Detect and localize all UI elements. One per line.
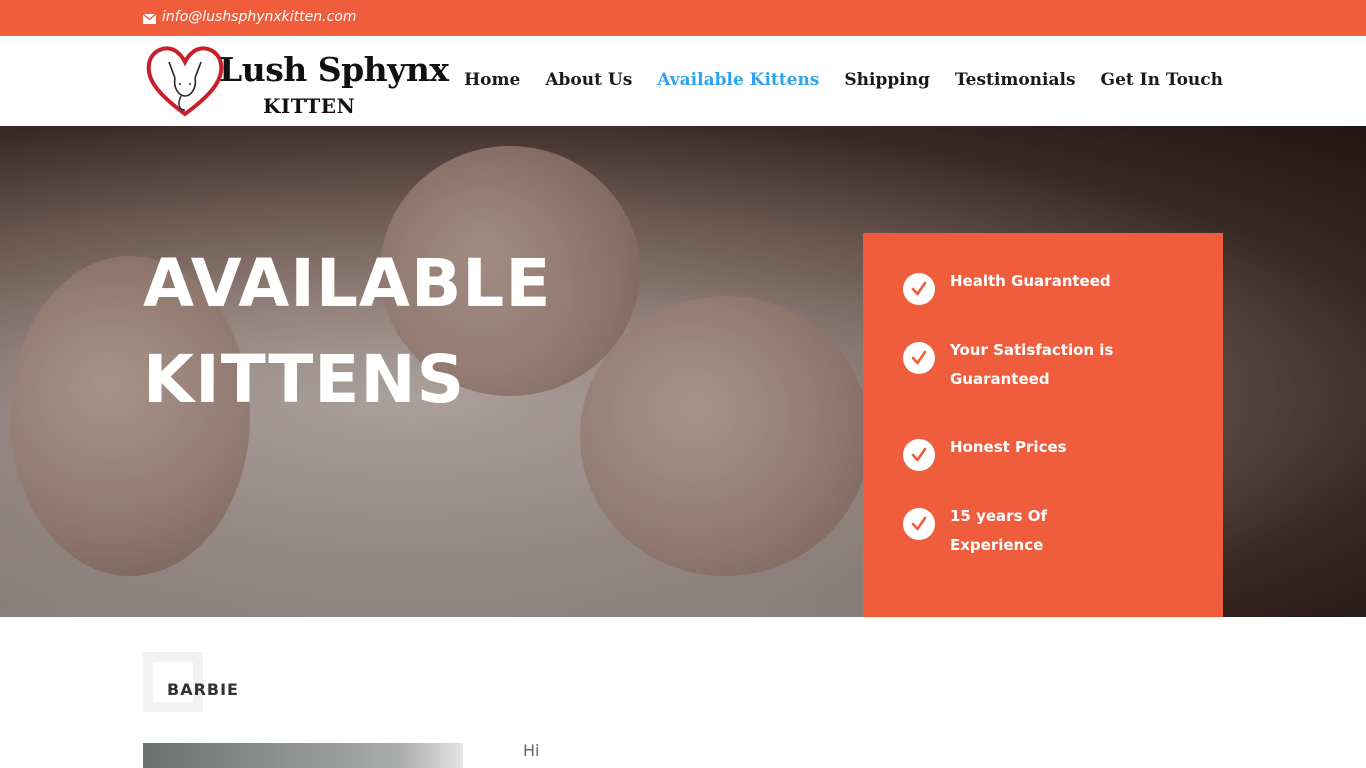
nav-about-us[interactable]: About Us (545, 70, 632, 90)
nav-home[interactable]: Home (464, 70, 520, 90)
top-bar: info@lushsphynxkitten.com (0, 0, 1366, 36)
checkmark-icon (903, 273, 935, 305)
logo-subtitle: KITTEN (263, 94, 356, 118)
heart-cat-logo-icon (146, 46, 224, 117)
features-panel: Health Guaranteed Your Satisfaction is G… (863, 233, 1223, 617)
feature-item: Honest Prices (903, 438, 1130, 471)
envelope-icon (142, 12, 157, 24)
feature-item: Your Satisfaction is Guaranteed (903, 341, 1130, 394)
feature-label: Honest Prices (950, 438, 1067, 456)
checkmark-icon (903, 439, 935, 471)
main-nav: Home About Us Available Kittens Shipping… (464, 70, 1223, 90)
nav-get-in-touch[interactable]: Get In Touch (1101, 70, 1223, 90)
nav-testimonials[interactable]: Testimonials (955, 70, 1076, 90)
email-link[interactable]: info@lushsphynxkitten.com (142, 9, 357, 25)
nav-shipping[interactable]: Shipping (844, 70, 930, 90)
kitten-listing: BARBIE Hi (0, 617, 1366, 768)
feature-item: Health Guaranteed (903, 272, 1130, 305)
hero-title: AVAILABLE KITTENS (143, 236, 703, 428)
hero-title-line1: AVAILABLE (143, 245, 552, 322)
hero-title-line2: KITTENS (143, 341, 466, 418)
checkmark-icon (903, 508, 935, 540)
nav-available-kittens[interactable]: Available Kittens (657, 70, 819, 90)
feature-label: 15 years Of Experience (950, 507, 1047, 554)
kitten-name: BARBIE (167, 680, 239, 699)
checkmark-icon (903, 342, 935, 374)
feature-label: Your Satisfaction is Guaranteed (950, 341, 1114, 388)
feature-label: Health Guaranteed (950, 272, 1111, 290)
email-text: info@lushsphynxkitten.com (162, 9, 357, 25)
site-logo[interactable]: Lush Sphynx KITTEN (145, 44, 449, 118)
kitten-description: Hi (523, 741, 540, 760)
logo-title: Lush Sphynx (219, 50, 449, 89)
feature-item: 15 years Of Experience (903, 507, 1130, 560)
kitten-photo[interactable] (143, 743, 463, 768)
hero-section: AVAILABLE KITTENS Health Guaranteed Your… (0, 126, 1366, 617)
